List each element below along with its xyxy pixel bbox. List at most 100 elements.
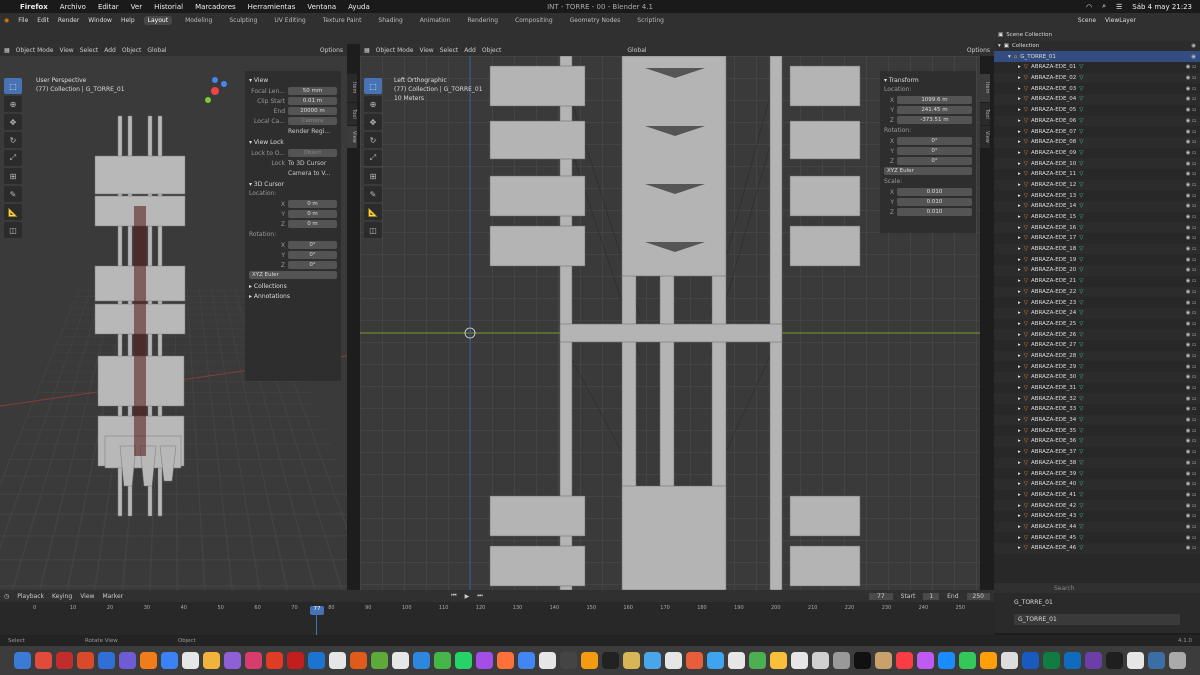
outliner-item[interactable]: ▸ ▽ ABRAZA-EDE_23 ▽ ◉ ▫ bbox=[994, 297, 1200, 308]
3d-cursor-header[interactable]: ▾ 3D Cursor bbox=[249, 181, 337, 188]
outliner-item[interactable]: ▸ ▽ ABRAZA-EDE_41 ▽ ◉ ▫ bbox=[994, 490, 1200, 501]
expand-icon[interactable]: ▸ bbox=[1018, 182, 1021, 188]
collections-header[interactable]: ▸ Collections bbox=[249, 283, 337, 290]
eye-icon[interactable]: ◉ ▫ bbox=[1186, 150, 1200, 156]
eye-icon[interactable]: ◉ ▫ bbox=[1186, 471, 1200, 477]
dock-app-icon[interactable] bbox=[266, 652, 283, 669]
location-z-field[interactable]: -373.51 m bbox=[897, 116, 972, 124]
expand-icon[interactable]: ▸ bbox=[1018, 364, 1021, 370]
timeline-menu-keying[interactable]: Keying bbox=[52, 593, 72, 600]
vp-menu-add[interactable]: Add bbox=[104, 47, 116, 54]
eye-icon[interactable]: ◉ ▫ bbox=[1186, 332, 1200, 338]
vp-menu-add-right[interactable]: Add bbox=[464, 47, 476, 54]
expand-icon[interactable]: ▸ bbox=[1018, 129, 1021, 135]
outliner-item[interactable]: ▸ ▽ ABRAZA-EDE_32 ▽ ◉ ▫ bbox=[994, 393, 1200, 405]
eye-icon[interactable]: ◉ ▫ bbox=[1186, 428, 1200, 434]
dock-app-icon[interactable] bbox=[896, 652, 913, 669]
outliner-item[interactable]: ▸ ▽ ABRAZA-EDE_14 ▽ ◉ ▫ bbox=[994, 201, 1200, 212]
dock-app-icon[interactable] bbox=[749, 652, 766, 669]
mac-menu-archivo[interactable]: Archivo bbox=[60, 3, 86, 11]
clock[interactable]: Sáb 4 may 21:23 bbox=[1132, 3, 1192, 11]
expand-icon[interactable]: ▸ bbox=[1018, 193, 1021, 199]
eye-icon[interactable]: ◉ ▫ bbox=[1186, 139, 1200, 145]
menu-edit[interactable]: Edit bbox=[37, 17, 49, 24]
expand-icon[interactable]: ▸ bbox=[1018, 481, 1021, 487]
outliner-item[interactable]: ▸ ▽ ABRAZA-EDE_17 ▽ ◉ ▫ bbox=[994, 233, 1200, 244]
outliner-item[interactable]: ▸ ▽ ABRAZA-EDE_37 ▽ ◉ ▫ bbox=[994, 447, 1200, 458]
expand-icon[interactable]: ▸ bbox=[1018, 342, 1021, 348]
dock-app-icon[interactable] bbox=[287, 652, 304, 669]
outliner-item[interactable]: ▸ ▽ ABRAZA-EDE_34 ▽ ◉ ▫ bbox=[994, 414, 1200, 426]
menu-render[interactable]: Render bbox=[58, 17, 79, 24]
expand-icon[interactable]: ▸ bbox=[1018, 545, 1021, 551]
cursor-x-field[interactable]: 0 m bbox=[288, 200, 337, 208]
dock-app-icon[interactable] bbox=[1064, 652, 1081, 669]
cursor-rotation-mode[interactable]: XYZ Euler bbox=[249, 271, 337, 279]
location-x-field[interactable]: 1099.6 m bbox=[897, 96, 972, 104]
dock-app-icon[interactable] bbox=[14, 652, 31, 669]
outliner-item[interactable]: ▸ ▽ ABRAZA-EDE_22 ▽ ◉ ▫ bbox=[994, 286, 1200, 298]
dock-app-icon[interactable] bbox=[812, 652, 829, 669]
eye-icon[interactable]: ◉ ▫ bbox=[1186, 86, 1200, 92]
outliner-item[interactable]: ▸ ▽ ABRAZA-EDE_02 ▽ ◉ ▫ bbox=[994, 72, 1200, 84]
expand-icon[interactable]: ▸ bbox=[1018, 449, 1021, 455]
expand-icon[interactable]: ▸ bbox=[1018, 321, 1021, 327]
outliner-collection[interactable]: ▾ ▣ Collection ◉ bbox=[994, 40, 1200, 52]
dock-app-icon[interactable] bbox=[35, 652, 52, 669]
dock-app-icon[interactable] bbox=[434, 652, 451, 669]
expand-icon[interactable]: ▸ bbox=[1018, 75, 1021, 81]
outliner-item[interactable]: ▸ ▽ ABRAZA-EDE_30 ▽ ◉ ▫ bbox=[994, 372, 1200, 383]
expand-icon[interactable]: ▸ bbox=[1018, 492, 1021, 498]
eye-icon[interactable]: ◉ ▫ bbox=[1186, 417, 1200, 423]
dock-app-icon[interactable] bbox=[518, 652, 535, 669]
annotate-icon-right[interactable]: ✎ bbox=[364, 186, 382, 202]
outliner-item[interactable]: ▸ ▽ ABRAZA-EDE_11 ▽ ◉ ▫ bbox=[994, 169, 1200, 180]
tab-compositing[interactable]: Compositing bbox=[511, 16, 557, 25]
expand-icon[interactable]: ▸ bbox=[1018, 235, 1021, 241]
scale-icon[interactable]: ⤢ bbox=[4, 150, 22, 166]
dock-app-icon[interactable] bbox=[875, 652, 892, 669]
outliner-item[interactable]: ▸ ▽ ABRAZA-EDE_12 ▽ ◉ ▫ bbox=[994, 179, 1200, 191]
scale-x-field[interactable]: 0.010 bbox=[897, 188, 972, 196]
dock-app-icon[interactable] bbox=[959, 652, 976, 669]
outliner-item[interactable]: ▸ ▽ ABRAZA-EDE_38 ▽ ◉ ▫ bbox=[994, 457, 1200, 469]
outliner-item[interactable]: ▸ ▽ ABRAZA-EDE_39 ▽ ◉ ▫ bbox=[994, 468, 1200, 479]
outliner-item[interactable]: ▸ ▽ ABRAZA-EDE_35 ▽ ◉ ▫ bbox=[994, 425, 1200, 436]
expand-icon[interactable]: ▸ bbox=[1018, 428, 1021, 434]
expand-icon[interactable]: ▸ bbox=[1018, 417, 1021, 423]
expand-icon[interactable]: ▸ bbox=[1018, 267, 1021, 273]
dock-app-icon[interactable] bbox=[665, 652, 682, 669]
expand-icon[interactable]: ▸ bbox=[1018, 438, 1021, 444]
vp-menu-object[interactable]: Object bbox=[122, 47, 142, 54]
dock-app-icon[interactable] bbox=[98, 652, 115, 669]
expand-icon[interactable]: ▸ bbox=[1018, 86, 1021, 92]
clip-start-field[interactable]: 0.01 m bbox=[288, 97, 337, 105]
outliner-item[interactable]: ▸ ▽ ABRAZA-EDE_09 ▽ ◉ ▫ bbox=[994, 148, 1200, 159]
mac-menu-ayuda[interactable]: Ayuda bbox=[348, 3, 370, 11]
start-frame-field[interactable]: 1 bbox=[923, 592, 940, 600]
outliner-item[interactable]: ▸ ▽ ABRAZA-EDE_21 ▽ ◉ ▫ bbox=[994, 276, 1200, 287]
menu-file[interactable]: File bbox=[18, 17, 28, 24]
expand-icon[interactable]: ▸ bbox=[1018, 225, 1021, 231]
eye-icon[interactable]: ◉ ▫ bbox=[1186, 246, 1200, 252]
outliner-item[interactable]: ▸ ▽ ABRAZA-EDE_06 ▽ ◉ ▫ bbox=[994, 115, 1200, 127]
expand-icon[interactable]: ▸ bbox=[1018, 257, 1021, 263]
expand-icon[interactable]: ▸ bbox=[1018, 118, 1021, 124]
view-section-header[interactable]: ▾ View bbox=[249, 77, 337, 84]
outliner-item[interactable]: ▸ ▽ ABRAZA-EDE_40 ▽ ◉ ▫ bbox=[994, 478, 1200, 490]
eye-icon[interactable]: ◉ ▫ bbox=[1186, 524, 1200, 530]
dock-app-icon[interactable] bbox=[182, 652, 199, 669]
outliner-item[interactable]: ▸ ▽ ABRAZA-EDE_43 ▽ ◉ ▫ bbox=[994, 511, 1200, 522]
eye-icon[interactable]: ◉ ▫ bbox=[1186, 171, 1200, 177]
cursor-rz-field[interactable]: 0° bbox=[288, 261, 337, 269]
dock-app-icon[interactable] bbox=[728, 652, 745, 669]
left-viewport[interactable]: User Perspective (77) Collection | G_TOR… bbox=[0, 56, 347, 590]
eye-icon[interactable]: ◉ ▫ bbox=[1186, 492, 1200, 498]
eye-icon[interactable]: ◉ ▫ bbox=[1186, 161, 1200, 167]
mode-selector[interactable]: Object Mode bbox=[16, 47, 54, 54]
outliner-item[interactable]: ▸ ▽ ABRAZA-EDE_27 ▽ ◉ ▫ bbox=[994, 340, 1200, 351]
dock-app-icon[interactable] bbox=[1148, 652, 1165, 669]
outliner-item[interactable]: ▸ ▽ ABRAZA-EDE_33 ▽ ◉ ▫ bbox=[994, 404, 1200, 415]
outliner-item[interactable]: ▸ ▽ ABRAZA-EDE_01 ▽ ◉ ▫ bbox=[994, 62, 1200, 73]
outliner-item[interactable]: ▸ ▽ ABRAZA-EDE_20 ▽ ◉ ▫ bbox=[994, 265, 1200, 276]
